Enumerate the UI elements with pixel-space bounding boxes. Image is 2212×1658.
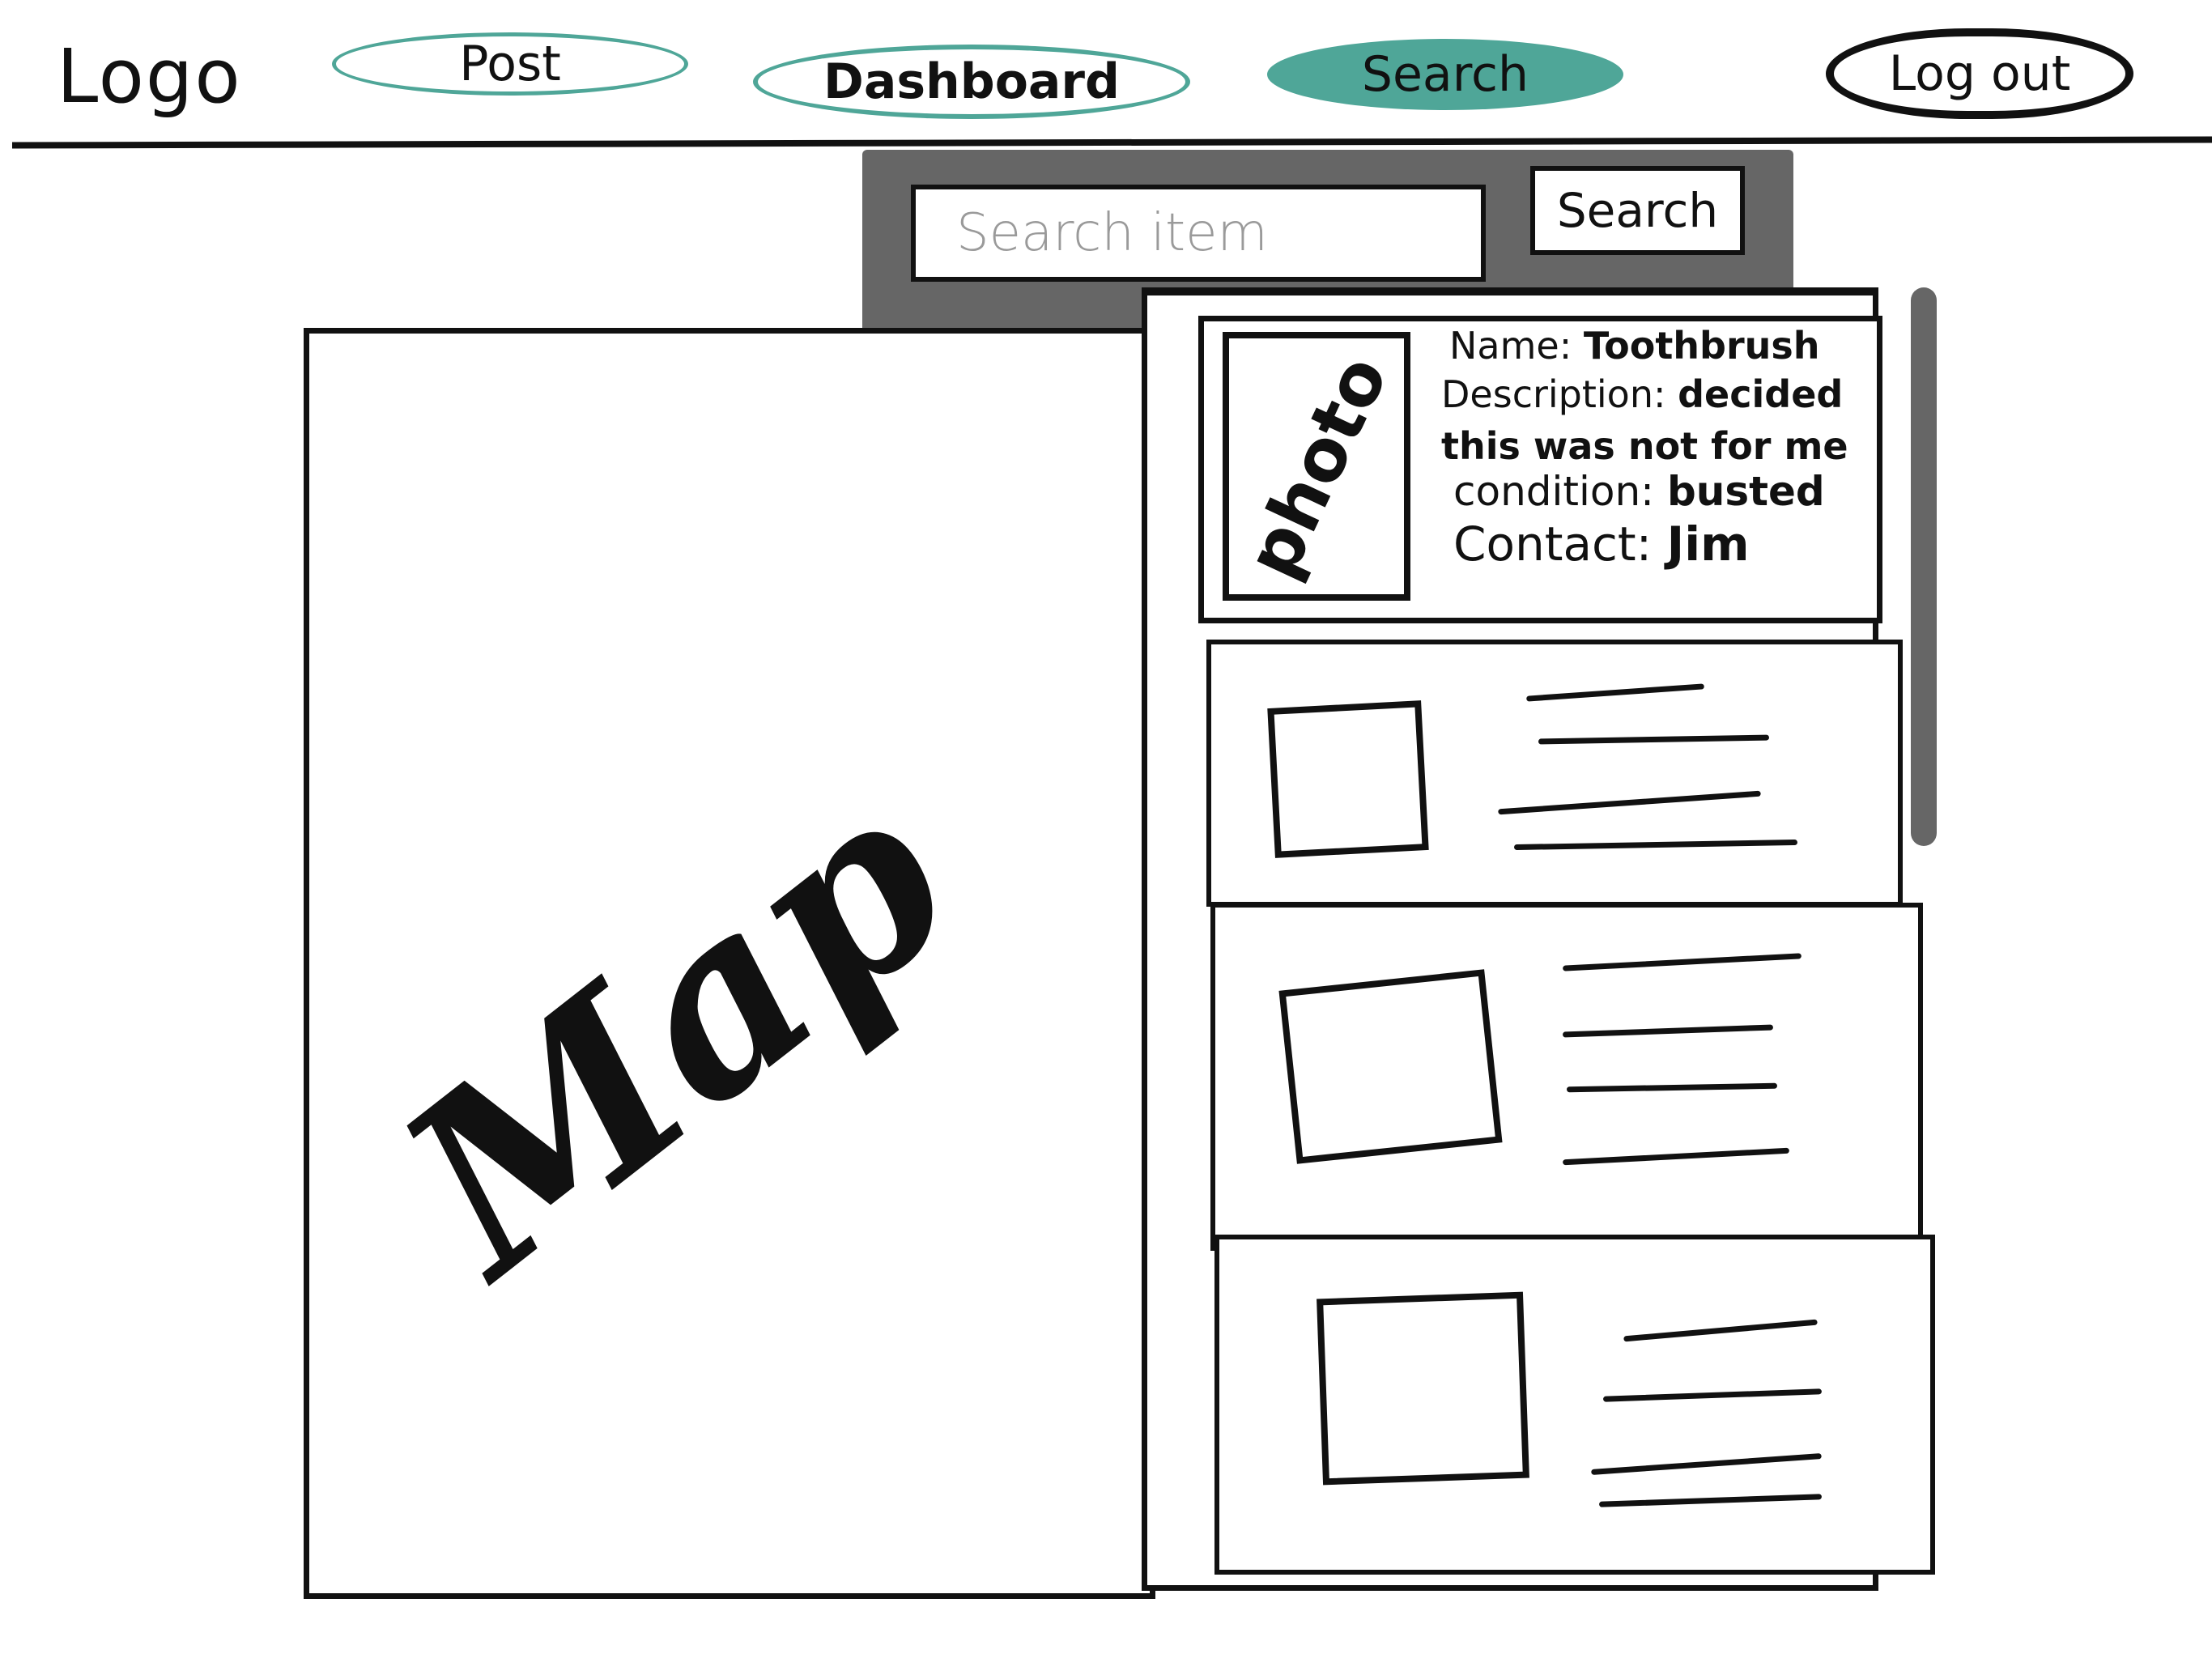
logout-label: Log out [1888,45,2071,102]
header-divider [11,136,2212,149]
nav-post-button[interactable]: Post [332,32,688,96]
item-name: Toothbrush [1583,324,1820,368]
logo[interactable]: Logo [57,28,251,125]
nav-post-label: Post [459,36,561,92]
item-photo-label: photo [1229,342,1404,590]
search-submit-button[interactable]: Search [1530,166,1745,255]
result-thumbnail [1267,700,1429,858]
logout-button[interactable]: Log out [1826,28,2133,119]
item-contact-label: Contact: [1453,517,1653,572]
search-placeholder: Search item [956,203,1268,263]
result-thumbnail [1278,969,1503,1164]
results-scrollbar[interactable] [1911,287,1937,846]
item-condition-row: condition: busted [1453,466,1825,517]
item-name-label: Name: [1449,324,1572,368]
nav-search-label: Search [1361,46,1529,103]
item-condition: busted [1666,468,1825,515]
nav-dashboard-label: Dashboard [823,53,1120,110]
nav-dashboard-button[interactable]: Dashboard [753,45,1190,119]
search-input[interactable]: Search item [911,185,1486,282]
search-submit-label: Search [1556,183,1719,238]
item-contact: Jim [1666,517,1750,572]
item-description-label: Description: [1441,372,1666,416]
item-description-row: Description: decided this was not for me [1441,368,1878,472]
item-contact-row: Contact: Jim [1453,518,1750,570]
nav-search-button[interactable]: Search [1267,39,1623,110]
item-condition-label: condition: [1453,468,1655,515]
result-thumbnail [1317,1291,1529,1486]
item-photo: photo [1223,332,1410,601]
item-name-row: Name: Toothbrush [1449,320,1820,372]
